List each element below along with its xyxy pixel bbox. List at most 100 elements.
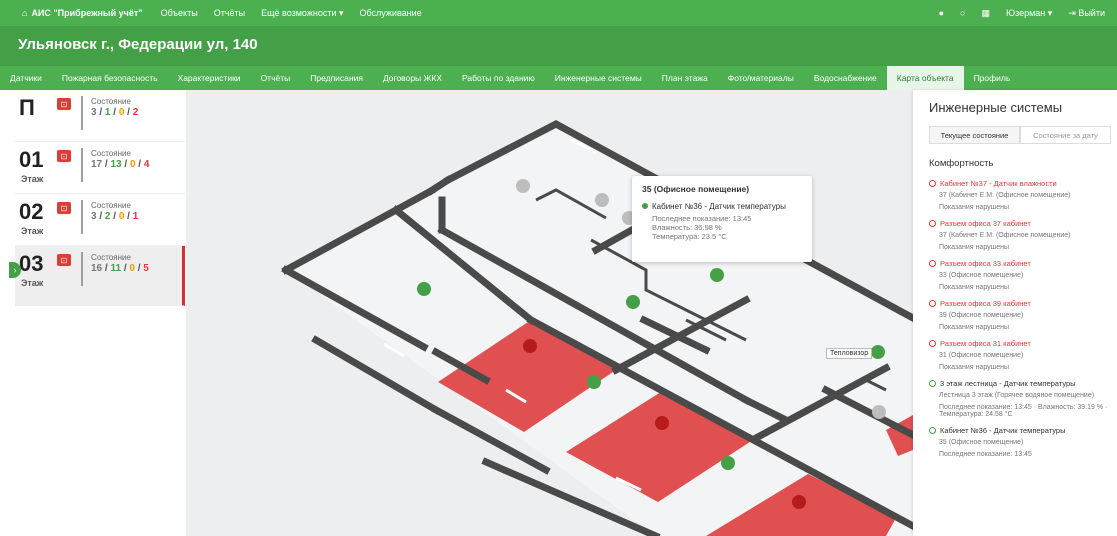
tab-water[interactable]: Водоснабжение [804,66,887,90]
tab-building-works[interactable]: Работы по зданию [452,66,545,90]
alert-title: Кабинет №37 - Датчик влажности [940,179,1057,188]
sensor-offline-icon[interactable] [595,193,609,207]
alarm-circle-icon [929,300,936,307]
alarm-circle-icon [929,220,936,227]
help-icon[interactable]: ○ [960,8,965,18]
sensor-alarm-icon[interactable] [655,416,669,430]
floor-item-03[interactable]: › 03 ⊡ Состояние 16 / 11 / 0 / 5 Этаж [9,246,185,306]
popup-title: 35 (Офисное помещение) [642,184,750,194]
alert-status: Показания нарушены [939,204,1010,211]
alert-title: Кабинет №36 - Датчик температуры [940,426,1066,435]
floor-item-p[interactable]: П ⊡ Состояние 3 / 1 / 0 / 2 [15,90,185,142]
alert-badge-icon: ⊡ [57,254,71,266]
floor-number: 01 [19,147,44,172]
alert-item[interactable]: Разъем офиса 37 кабинет 37 (Кабинет Е.М.… [913,215,1117,255]
divider [81,148,83,182]
floor-map[interactable]: 35 (Офисное помещение) Кабинет №36 - Дат… [186,90,913,536]
menu-item-more[interactable]: Ещё возможности ▾ [261,8,343,19]
tab-characteristics[interactable]: Характеристики [168,66,251,90]
notification-icon[interactable]: ● [939,8,944,18]
state-by-date-button[interactable]: Состояние за дату [1020,126,1111,144]
alert-item[interactable]: 3 этаж лестница - Датчик температуры Лес… [913,375,1117,422]
menu-item-reports[interactable]: Отчёты [214,8,245,19]
logout-button[interactable]: ⇥ Выйти [1068,8,1105,19]
alert-location: 33 (Офисное помещение) [939,272,1024,279]
current-state-button[interactable]: Текущее состояние [929,126,1020,144]
floor-number: 02 [19,199,44,224]
user-menu[interactable]: Юзерман ▾ [1006,8,1052,19]
alert-item[interactable]: Кабинет №37 - Датчик влажности 37 (Кабин… [913,175,1117,215]
status-counts: 16 / 11 / 0 / 5 [91,263,149,274]
sensor-ok-icon[interactable] [587,375,601,389]
tab-engineering[interactable]: Инженерные системы [545,66,652,90]
sensor-ok-icon[interactable] [626,295,640,309]
tab-sensors[interactable]: Датчики [0,66,52,90]
status-label: Состояние [91,149,131,158]
tab-contracts[interactable]: Договоры ЖКХ [373,66,452,90]
sensor-ok-icon[interactable] [710,268,724,282]
floor-sublabel: Этаж [21,226,44,236]
sensor-ok-icon[interactable] [871,345,885,359]
sensor-offline-icon[interactable] [872,405,886,419]
alert-list: Кабинет №37 - Датчик влажности 37 (Кабин… [913,175,1117,462]
alarm-circle-icon [929,260,936,267]
tab-floor-plan[interactable]: План этажа [652,66,718,90]
alert-badge-icon: ⊡ [57,98,71,110]
floor-sublabel: Этаж [21,278,44,288]
alert-item[interactable]: Разъем офиса 33 кабинет 33 (Офисное поме… [913,255,1117,295]
floor-item-02[interactable]: 02 ⊡ Состояние 3 / 2 / 0 / 1 Этаж [15,194,185,246]
popup-detail: Последнее показание: 13:45 [652,214,752,223]
alert-status: Показания нарушены [939,244,1010,251]
alert-title: Разъем офиса 37 кабинет [940,219,1031,228]
tab-fire-safety[interactable]: Пожарная безопасность [52,66,168,90]
brand[interactable]: ⌂ АИС "Прибрежный учёт" [0,8,161,18]
status-counts: 3 / 2 / 0 / 1 [91,211,139,222]
status-label: Состояние [91,97,131,106]
engineering-panel: Инженерные системы Текущее состояние Сос… [913,90,1117,536]
floor-sublabel: Этаж [21,174,44,184]
floor-item-01[interactable]: 01 ⊡ Состояние 17 / 13 / 0 / 4 Этаж [15,142,185,194]
alert-status: Показания нарушены [939,284,1010,291]
tab-profile[interactable]: Профиль [964,66,1021,90]
popup-detail: Температура: 23.5 °C [652,232,727,241]
floor-number: П [19,95,35,120]
sensor-ok-icon[interactable] [417,282,431,296]
alert-title: Разъем офиса 31 кабинет [940,339,1031,348]
alert-title: Разъем офиса 33 кабинет [940,259,1031,268]
popup-detail: Влажность: 36.98 % [652,223,722,232]
tab-object-map[interactable]: Карта объекта [886,66,964,90]
grid-icon[interactable]: ▦ [981,8,990,19]
alert-status: Показания нарушены [939,364,1010,371]
sensor-offline-icon[interactable] [516,179,530,193]
tab-photos[interactable]: Фото/материалы [718,66,804,90]
floor-list: П ⊡ Состояние 3 / 1 / 0 / 2 01 ⊡ Состоян… [9,90,185,536]
alert-item[interactable]: Разъем офиса 39 кабинет 39 (Офисное поме… [913,295,1117,335]
alert-item[interactable]: Кабинет №36 - Датчик температуры 35 (Офи… [913,422,1117,462]
alarm-circle-icon [929,180,936,187]
status-dot-icon [642,203,648,209]
alert-location: Лестница 3 этаж (Горячее водяное помещен… [939,392,1095,399]
room-popup: 35 (Офисное помещение) Кабинет №36 - Дат… [632,176,812,262]
menu-item-objects[interactable]: Объекты [161,8,198,19]
main-menu: Объекты Отчёты Ещё возможности ▾ Обслужи… [161,8,422,19]
top-navbar: ⌂ АИС "Прибрежный учёт" Объекты Отчёты Е… [0,0,1117,26]
alert-title: 3 этаж лестница - Датчик температуры [940,379,1076,388]
menu-item-service[interactable]: Обслуживание [360,8,422,19]
alert-location: 39 (Офисное помещение) [939,312,1024,319]
popup-sensor-item[interactable]: Кабинет №36 - Датчик температуры [642,202,802,211]
alert-badge-icon: ⊡ [57,202,71,214]
sensor-ok-icon[interactable] [721,456,735,470]
brand-icon: ⌂ [22,8,28,18]
sensor-alarm-icon[interactable] [792,495,806,509]
alert-item[interactable]: Разъем офиса 31 кабинет 31 (Офисное поме… [913,335,1117,375]
divider [81,200,83,234]
popup-details: Последнее показание: 13:45 Влажность: 36… [642,214,802,241]
page-title: Ульяновск г., Федерации ул, 140 [0,26,1117,66]
alert-title: Разъем офиса 39 кабинет [940,299,1031,308]
brand-title: АИС "Прибрежный учёт" [31,8,143,18]
alarm-circle-icon [929,340,936,347]
sensor-alarm-icon[interactable] [523,339,537,353]
tab-reports[interactable]: Отчёты [251,66,301,90]
tab-prescriptions[interactable]: Предписания [300,66,373,90]
floor-plan-drawing [281,120,913,536]
